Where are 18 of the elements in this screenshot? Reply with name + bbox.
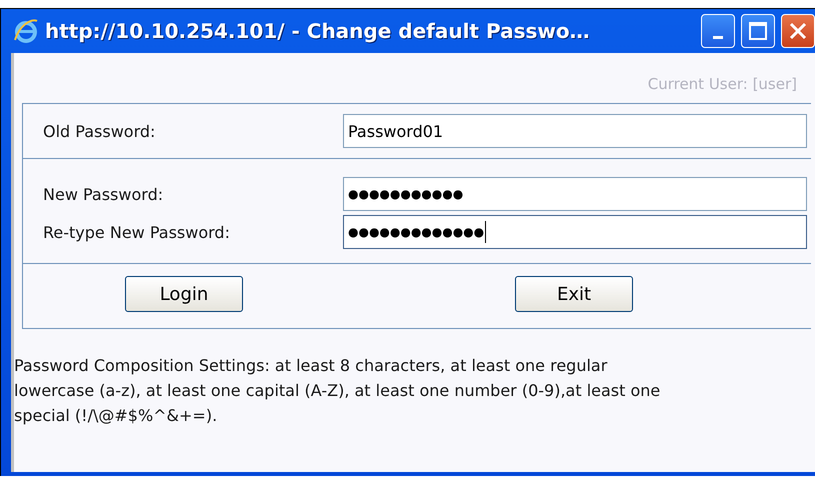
- maximize-icon: [749, 22, 767, 40]
- password-field[interactable]: Password01: [343, 114, 807, 148]
- minimize-button[interactable]: [701, 14, 735, 48]
- exit-button[interactable]: Exit: [515, 276, 633, 312]
- field-label: Re-type New Password:: [43, 222, 231, 242]
- maximize-button[interactable]: [741, 14, 775, 48]
- field-label: Old Password:: [43, 122, 156, 140]
- close-icon: [789, 22, 807, 40]
- current-user-text: Current User: [user]: [648, 75, 797, 93]
- password-rules-text: Password Composition Settings: at least 8 characters, at least one regular lowercase (a-z), at least one capital (A-Z), at least one number (0-9),at least one special (!/\@#$%^&+=).: [14, 355, 662, 427]
- browser-icon: [13, 18, 39, 44]
- login-button[interactable]: Login: [125, 276, 243, 312]
- minimize-icon: [713, 36, 723, 38]
- close-button[interactable]: [781, 14, 815, 48]
- password-field[interactable]: ●●●●●●●●●●●●●: [343, 215, 807, 249]
- window-title: http://10.10.254.101/ - Change default Passwo…: [45, 19, 591, 43]
- field-label: New Password:: [43, 184, 164, 204]
- password-field[interactable]: ●●●●●●●●●●●: [343, 177, 807, 211]
